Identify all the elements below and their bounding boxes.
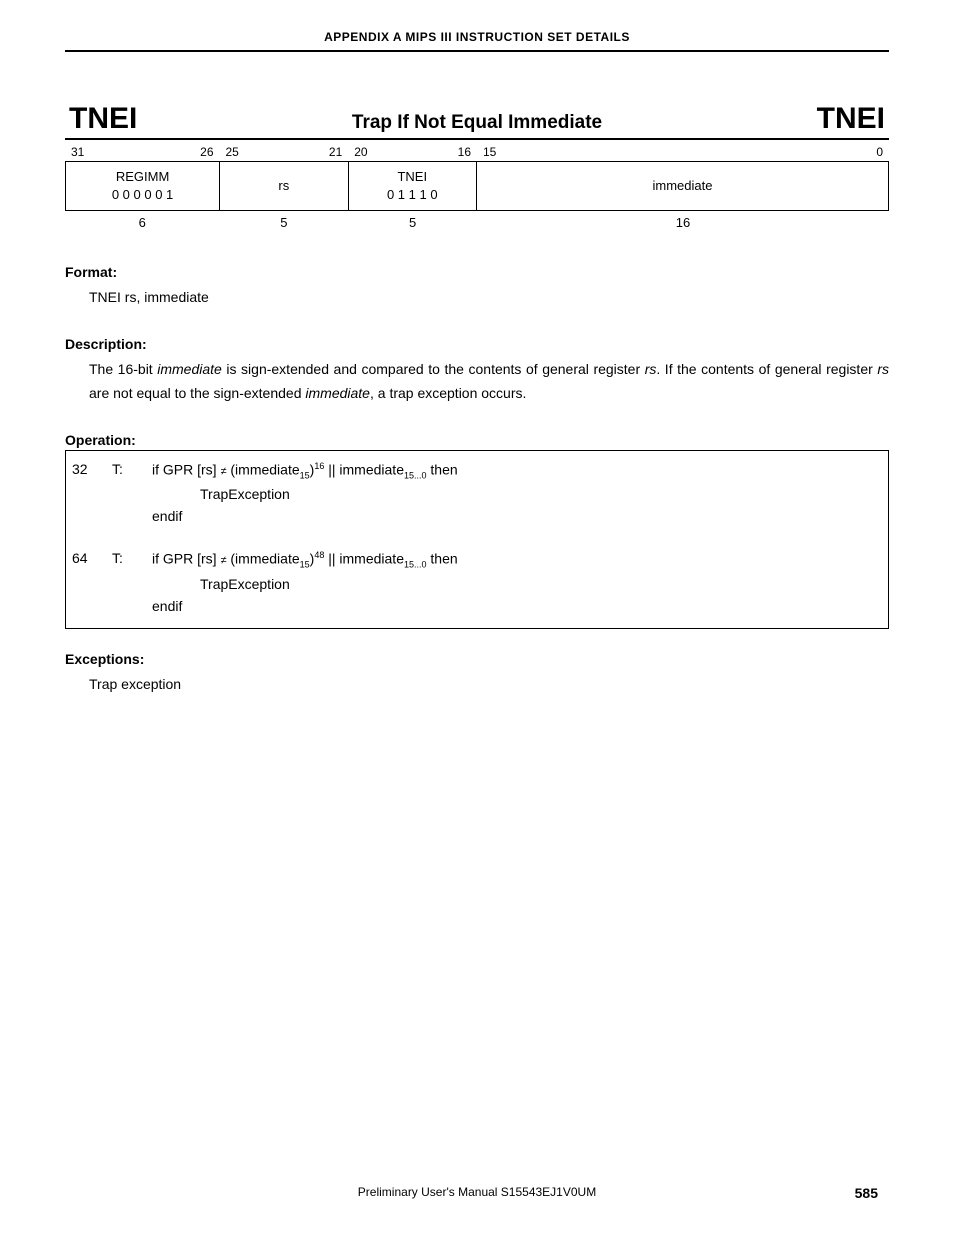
exceptions-text: Trap exception	[89, 673, 889, 697]
bit-hi: 31	[71, 145, 84, 159]
bit-lo: 16	[458, 145, 471, 159]
instruction-title-row: TNEI Trap If Not Equal Immediate TNEI	[65, 102, 889, 138]
description-text: The 16-bit immediate is sign-extended an…	[89, 358, 889, 406]
field-width: 6	[65, 215, 220, 230]
header-rule	[65, 50, 889, 52]
field-name: TNEI	[353, 168, 472, 186]
exceptions-section: Exceptions: Trap exception	[65, 651, 889, 697]
field-name: immediate	[653, 177, 713, 195]
format-text: TNEI rs, immediate	[89, 286, 889, 310]
op-statement: endif	[152, 598, 882, 614]
field-width: 5	[348, 215, 477, 230]
op-statement: TrapException	[200, 576, 882, 592]
field-width-row: 6 5 5 16	[65, 211, 889, 230]
encoding-row: REGIMM 0 0 0 0 0 1 rs TNEI 0 1 1 1 0 imm…	[65, 161, 889, 211]
bit-index-row: 31 26 25 21 20 16 15 0	[65, 142, 889, 161]
operation-heading: Operation:	[65, 432, 889, 451]
field-value: 0 0 0 0 0 1	[70, 186, 215, 204]
op-time: T:	[112, 461, 152, 480]
format-heading: Format:	[65, 264, 889, 280]
op-time: T:	[112, 550, 152, 569]
instruction-name: Trap If Not Equal Immediate	[352, 112, 602, 134]
bit-hi: 15	[483, 145, 496, 159]
page-number: 585	[855, 1185, 878, 1201]
field-width: 16	[477, 215, 889, 230]
operation-box: 32 T: if GPR [rs] ≠ (immediate15)16 || i…	[65, 451, 889, 629]
mnemonic-left: TNEI	[69, 102, 137, 136]
field-width: 5	[220, 215, 349, 230]
bit-hi: 25	[226, 145, 239, 159]
footer-text: Preliminary User's Manual S15543EJ1V0UM	[358, 1185, 596, 1199]
bit-hi: 20	[354, 145, 367, 159]
op-mode: 32	[72, 461, 112, 480]
bit-lo: 0	[876, 145, 883, 159]
page-footer: Preliminary User's Manual S15543EJ1V0UM …	[0, 1185, 954, 1199]
op-statement: TrapException	[200, 486, 882, 502]
op-statement: endif	[152, 508, 882, 524]
op-statement: if GPR [rs] ≠ (immediate15)16 || immedia…	[152, 461, 882, 480]
bit-lo: 26	[200, 145, 213, 159]
description-heading: Description:	[65, 336, 889, 352]
field-name: rs	[278, 177, 289, 195]
exceptions-heading: Exceptions:	[65, 651, 889, 667]
mnemonic-right: TNEI	[817, 102, 885, 136]
op-mode: 64	[72, 550, 112, 569]
title-rule	[65, 138, 889, 140]
op-statement: if GPR [rs] ≠ (immediate15)48 || immedia…	[152, 550, 882, 569]
format-section: Format: TNEI rs, immediate	[65, 264, 889, 310]
description-section: Description: The 16-bit immediate is sig…	[65, 336, 889, 406]
bit-lo: 21	[329, 145, 342, 159]
operation-section: Operation: 32 T: if GPR [rs] ≠ (immediat…	[65, 432, 889, 629]
page-header: APPENDIX A MIPS III INSTRUCTION SET DETA…	[65, 30, 889, 50]
field-value: 0 1 1 1 0	[353, 186, 472, 204]
field-name: REGIMM	[70, 168, 215, 186]
